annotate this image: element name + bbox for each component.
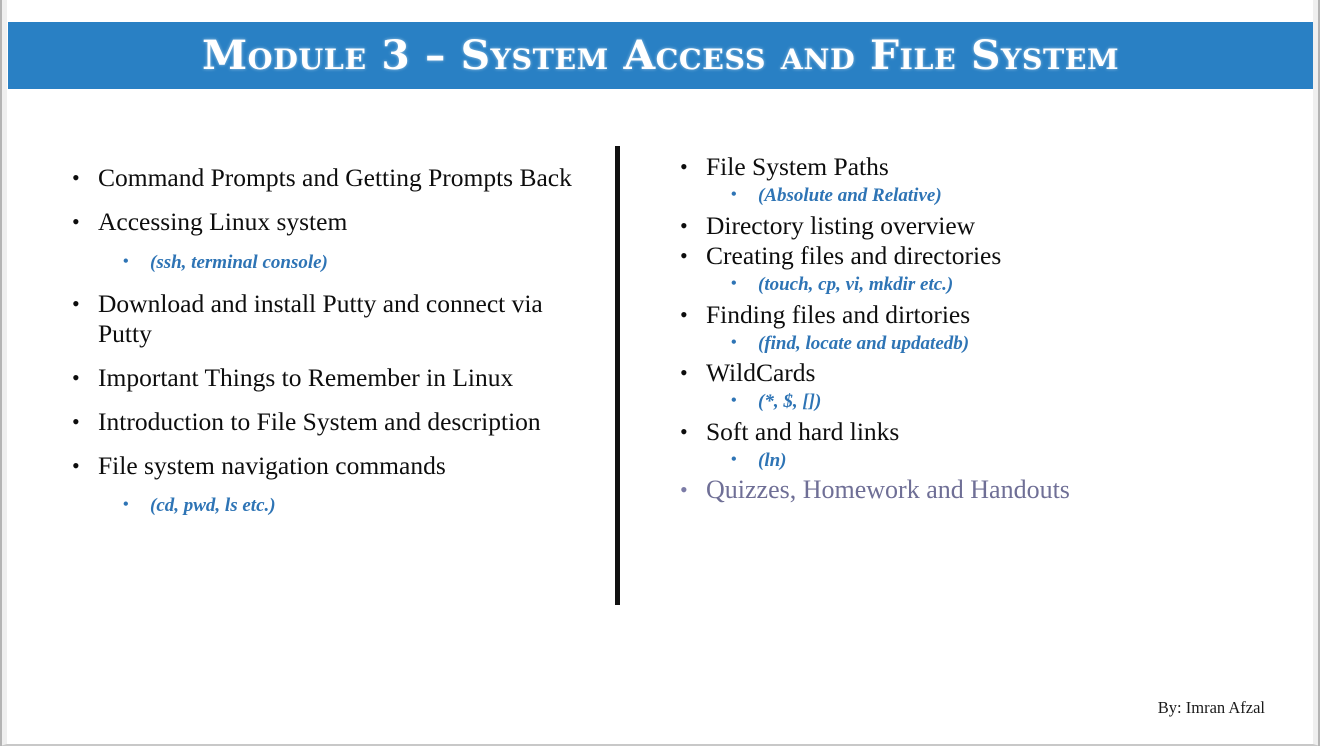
bullet-item: • File System Paths <box>671 152 1291 182</box>
sub-bullet-icon: • <box>731 333 737 351</box>
bullet-item: • File system navigation commands <box>63 451 593 481</box>
bullet-icon: • <box>680 243 688 269</box>
sub-bullet-icon: • <box>731 450 737 468</box>
sub-bullet-item: • (Absolute and Relative) <box>671 184 1291 209</box>
sub-bullet-text: (ln) <box>758 449 787 471</box>
bullet-item: • Quizzes, Homework and Handouts <box>671 475 1291 505</box>
bullet-item: • Finding files and dirtories <box>671 300 1291 330</box>
bullet-icon: • <box>72 365 80 390</box>
sub-bullet-icon: • <box>731 392 737 410</box>
sub-bullet-icon: • <box>731 275 737 293</box>
list-item: • File System Paths • (Absolute and Relativ… <box>671 152 1291 209</box>
bullet-text: Download and install Putty and connect v… <box>98 289 543 349</box>
bullet-icon: • <box>680 154 688 179</box>
sub-bullet-icon: • <box>731 185 737 203</box>
bullet-icon: • <box>680 360 688 386</box>
list-item: • Command Prompts and Getting Prompts Bac… <box>63 163 593 193</box>
sub-bullet-icon: • <box>123 252 129 270</box>
sub-bullet-text: (cd, pwd, ls etc.) <box>150 495 276 517</box>
bullet-item: • Important Things to Remember in Linux <box>63 363 593 393</box>
sub-bullet-item: • (touch, cp, vi, mkdir etc.) <box>671 273 1291 298</box>
bullet-text: WildCards <box>706 358 816 388</box>
list-item: • Introduction to File System and descrip… <box>63 407 593 437</box>
bullet-text: Finding files and dirtories <box>706 299 971 329</box>
author-credit: By: Imran Afzal <box>1157 698 1265 717</box>
bullet-text: File system navigation commands <box>98 450 446 480</box>
sub-bullet-text: (ssh, terminal console) <box>150 251 328 273</box>
sub-bullet-item: • (ln) <box>671 449 1291 474</box>
sub-bullet-icon: • <box>123 496 129 514</box>
bullet-item: • WildCards <box>671 358 1291 388</box>
list-item: • Directory listing overview <box>671 211 1291 241</box>
left-column: • Command Prompts and Getting Prompts Bac… <box>63 163 593 533</box>
right-column: • File System Paths • (Absolute and Relativ… <box>671 152 1291 507</box>
title-banner: Module 3 – System Access and File System <box>8 22 1313 89</box>
sub-bullet-item: • (find, locate and updatedb) <box>671 332 1291 357</box>
list-item: • Download and install Putty and connect … <box>63 289 593 349</box>
bullet-item: • Soft and hard links <box>671 417 1291 447</box>
bullet-icon: • <box>680 301 688 327</box>
list-item: • Finding files and dirtories • (find, loca… <box>671 300 1291 357</box>
sub-bullet-text: (Absolute and Relative) <box>758 184 942 206</box>
bullet-item: • Command Prompts and Getting Prompts Bac… <box>63 163 593 193</box>
bullet-item: • Accessing Linux system <box>63 207 593 237</box>
bullet-text: Command Prompts and Getting Prompts Back <box>98 163 572 192</box>
bullet-text: File System Paths <box>706 152 889 181</box>
bullet-icon: • <box>72 165 80 190</box>
list-item: • Soft and hard links • (ln) <box>671 417 1291 474</box>
left-bullet-list: • Command Prompts and Getting Prompts Bac… <box>63 163 593 519</box>
list-item: • File system navigation commands • (cd, pw… <box>63 451 593 520</box>
bullet-icon: • <box>72 452 80 478</box>
list-item: • Creating files and directories • (touch, … <box>671 241 1291 298</box>
page-title: Module 3 – System Access and File System <box>201 31 1120 79</box>
sub-bullet-item: • (cd, pwd, ls etc.) <box>63 494 593 519</box>
sub-bullet-text: (touch, cp, vi, mkdir etc.) <box>758 274 954 296</box>
bullet-text: Soft and hard links <box>706 416 900 446</box>
bullet-icon: • <box>680 212 688 238</box>
bullet-text: Accessing Linux system <box>98 206 348 236</box>
bullet-text: Creating files and directories <box>706 241 1002 271</box>
right-bullet-list: • File System Paths • (Absolute and Relativ… <box>671 152 1291 506</box>
sub-bullet-item: • (*, $, []) <box>671 390 1291 415</box>
bullet-icon: • <box>680 477 688 503</box>
bullet-icon: • <box>72 291 80 317</box>
column-divider <box>615 146 620 605</box>
bullet-text: Quizzes, Homework and Handouts <box>706 475 1070 505</box>
slide-left-edge <box>0 0 2 746</box>
sub-bullet-text: (*, $, []) <box>758 391 822 413</box>
list-item: • Quizzes, Homework and Handouts <box>671 475 1291 505</box>
bullet-icon: • <box>72 408 80 434</box>
bullet-icon: • <box>72 208 80 234</box>
bullet-text: Directory listing overview <box>706 210 976 240</box>
slide: Module 3 – System Access and File System… <box>0 0 1320 746</box>
bullet-text: Important Things to Remember in Linux <box>98 363 514 392</box>
sub-bullet-text: (find, locate and updatedb) <box>758 332 970 354</box>
bullet-item: • Creating files and directories <box>671 241 1291 271</box>
bullet-item: • Directory listing overview <box>671 211 1291 241</box>
bullet-text: Introduction to File System and descript… <box>98 406 541 436</box>
bullet-icon: • <box>680 418 688 444</box>
bullet-item: • Download and install Putty and connect … <box>63 289 593 349</box>
bullet-item: • Introduction to File System and descrip… <box>63 407 593 437</box>
sub-bullet-item: • (ssh, terminal console) <box>63 251 593 276</box>
list-item: • WildCards • (*, $, []) <box>671 358 1291 415</box>
list-item: • Accessing Linux system • (ssh, terminal c… <box>63 207 593 276</box>
list-item: • Important Things to Remember in Linux <box>63 363 593 393</box>
